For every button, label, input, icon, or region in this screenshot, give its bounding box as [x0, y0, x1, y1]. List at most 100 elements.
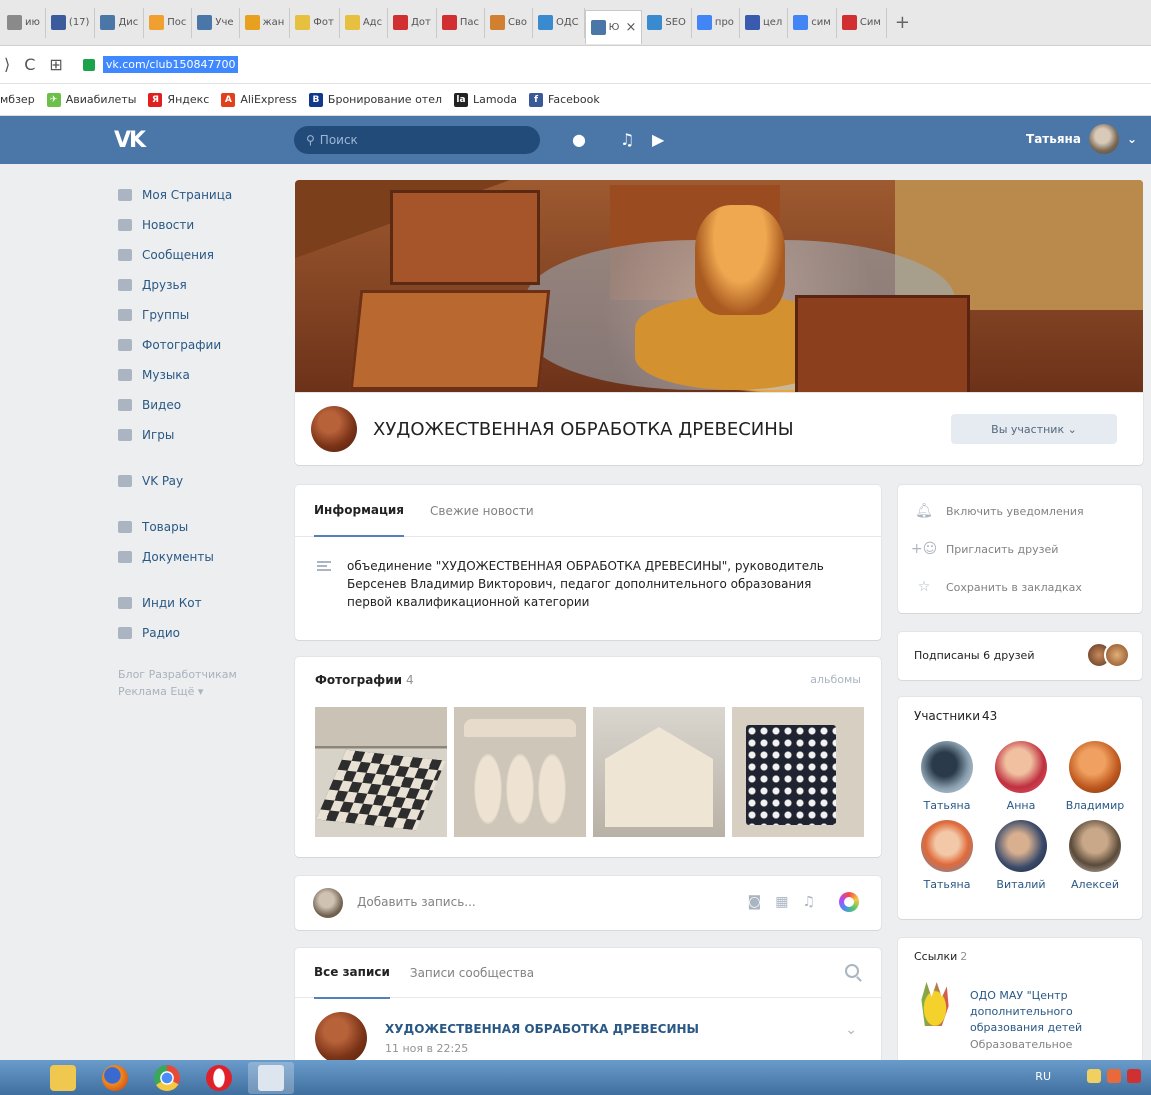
taskbar-chrome[interactable] — [144, 1062, 190, 1094]
user-menu[interactable]: Татьяна ⌄ — [1026, 124, 1137, 154]
browser-tab[interactable]: ию — [2, 7, 46, 38]
sidebar-item[interactable]: Группы — [118, 300, 278, 330]
sidebar-item[interactable]: Товары — [118, 512, 278, 542]
member-item[interactable]: Владимир — [1058, 741, 1132, 812]
link-title[interactable]: ОДО МАУ "Центр дополнительного образован… — [970, 988, 1120, 1036]
url-field[interactable]: vk.com/club150847700 — [102, 56, 239, 73]
music-icon[interactable]: ♫ — [620, 130, 634, 149]
post-author[interactable]: ХУДОЖЕСТВЕННАЯ ОБРАБОТКА ДРЕВЕСИНЫ — [385, 1022, 699, 1036]
taskbar-firefox[interactable] — [92, 1062, 138, 1094]
vk-logo[interactable]: VK — [114, 128, 146, 153]
sidebar-item[interactable]: VK Pay — [118, 466, 278, 496]
tray-icon[interactable] — [1087, 1069, 1101, 1083]
color-palette-icon[interactable] — [839, 892, 859, 912]
browser-tab[interactable]: сим — [788, 7, 837, 38]
post-input[interactable]: Добавить запись... — [357, 895, 476, 909]
bookmark-item[interactable]: B Бронирование отел — [308, 92, 442, 107]
taskbar-explorer[interactable] — [40, 1062, 86, 1094]
sidebar-item[interactable]: Сообщения — [118, 240, 278, 270]
photo-thumbnail[interactable] — [732, 707, 864, 837]
sidebar-item[interactable]: Видео — [118, 390, 278, 420]
sidebar-item-label: Видео — [142, 398, 182, 412]
post-author-avatar[interactable] — [315, 1012, 367, 1064]
sidebar-item[interactable]: Документы — [118, 542, 278, 572]
play-icon[interactable]: ▶ — [652, 130, 664, 149]
bookmark-item[interactable]: ✈ Авиабилеты — [46, 92, 136, 107]
music-icon[interactable]: ♫ — [802, 894, 815, 910]
tab-favicon-icon — [295, 15, 311, 30]
members-title[interactable]: Участники 43 — [914, 709, 997, 723]
camera-icon[interactable]: ◙ — [748, 894, 762, 910]
group-avatar[interactable] — [311, 406, 357, 452]
sidebar-item[interactable]: Игры — [118, 420, 278, 450]
reload-icon[interactable]: C — [24, 55, 35, 74]
footer-links[interactable]: Реклама Ещё ▾ — [118, 683, 278, 700]
save-bookmark-button[interactable]: ☆ Сохранить в закладках — [916, 579, 1082, 595]
bookmark-item[interactable]: мбзер — [0, 93, 35, 106]
bookmark-item[interactable]: A AliExpress — [221, 92, 297, 107]
bookmark-item[interactable]: la Lamoda — [454, 92, 517, 107]
member-item[interactable]: Виталий — [984, 820, 1058, 891]
footer-links[interactable]: Блог Разработчикам — [118, 666, 278, 683]
links-title[interactable]: Ссылки 2 — [914, 950, 967, 963]
bookmark-item[interactable]: f Facebook — [529, 92, 600, 107]
member-status-button[interactable]: Вы участник ⌄ — [951, 414, 1117, 444]
notification-bell-icon[interactable]: ● — [572, 130, 586, 149]
enable-notifications-button[interactable]: 🔔︎ Включить уведомления — [915, 503, 1084, 519]
post-date[interactable]: 11 ноя в 22:25 — [385, 1042, 468, 1055]
invite-friends-button[interactable]: +☺ Пригласить друзей — [911, 541, 1059, 557]
tab-news[interactable]: Свежие новости — [430, 485, 534, 537]
sidebar-item[interactable]: Инди Кот — [118, 588, 278, 618]
tray-icon[interactable] — [1127, 1069, 1141, 1083]
browser-tab[interactable]: (17) — [46, 7, 96, 38]
language-indicator[interactable]: RU — [1035, 1070, 1051, 1083]
browser-tab[interactable]: Дис — [95, 7, 145, 38]
tab-all-posts[interactable]: Все записи — [314, 947, 390, 999]
browser-tab[interactable]: Пос — [144, 7, 193, 38]
browser-tab[interactable]: жан — [240, 7, 291, 38]
sidebar-item[interactable]: Друзья — [118, 270, 278, 300]
browser-tab[interactable]: ОДС — [533, 7, 585, 38]
photo-thumbnail[interactable] — [593, 707, 725, 837]
browser-tab[interactable]: Уче — [192, 7, 240, 38]
taskbar-opera[interactable] — [196, 1062, 242, 1094]
albums-link[interactable]: альбомы — [810, 673, 861, 686]
bookmark-item[interactable]: Я Яндекс — [148, 92, 209, 107]
video-icon[interactable]: ▦ — [775, 894, 788, 910]
browser-tab[interactable]: про — [692, 7, 740, 38]
browser-tab[interactable]: Адс — [340, 7, 389, 38]
tab-info[interactable]: Информация — [314, 485, 404, 537]
back-icon[interactable]: ⟩ — [4, 55, 10, 74]
member-item[interactable]: Татьяна — [910, 820, 984, 891]
browser-tab[interactable]: SEO — [642, 7, 692, 38]
photo-thumbnail[interactable] — [454, 707, 586, 837]
search-input[interactable]: ⚲ Поиск — [294, 126, 540, 154]
sidebar-item[interactable]: Новости — [118, 210, 278, 240]
tray-icon[interactable] — [1107, 1069, 1121, 1083]
member-item[interactable]: Анна — [984, 741, 1058, 812]
apps-grid-icon[interactable]: ⊞ — [49, 55, 62, 74]
search-icon[interactable] — [845, 964, 859, 978]
browser-tab[interactable]: Сим — [837, 7, 887, 38]
browser-tab[interactable]: Ю × — [584, 9, 643, 44]
close-icon[interactable]: × — [625, 20, 636, 35]
sidebar-item[interactable]: Фотографии — [118, 330, 278, 360]
browser-tab[interactable]: Фот — [290, 7, 340, 38]
subscribed-friends-card[interactable]: Подписаны 6 друзей — [898, 632, 1142, 680]
photos-count: 4 — [406, 673, 414, 687]
photos-title[interactable]: Фотографии 4 — [315, 673, 414, 687]
browser-tab[interactable]: Сво — [485, 7, 533, 38]
tab-community-posts[interactable]: Записи сообщества — [410, 947, 534, 999]
sidebar-item[interactable]: Моя Страница — [118, 180, 278, 210]
member-item[interactable]: Татьяна — [910, 741, 984, 812]
browser-tab[interactable]: цел — [740, 7, 789, 38]
new-tab-button[interactable]: + — [887, 12, 918, 33]
chevron-down-icon[interactable]: ⌄ — [845, 1022, 857, 1038]
photo-thumbnail[interactable] — [315, 707, 447, 837]
sidebar-item[interactable]: Музыка — [118, 360, 278, 390]
sidebar-item[interactable]: Радио — [118, 618, 278, 648]
taskbar-app[interactable] — [248, 1061, 294, 1094]
browser-tab[interactable]: Пас — [437, 7, 485, 38]
member-item[interactable]: Алексей — [1058, 820, 1132, 891]
browser-tab[interactable]: Дот — [388, 7, 437, 38]
